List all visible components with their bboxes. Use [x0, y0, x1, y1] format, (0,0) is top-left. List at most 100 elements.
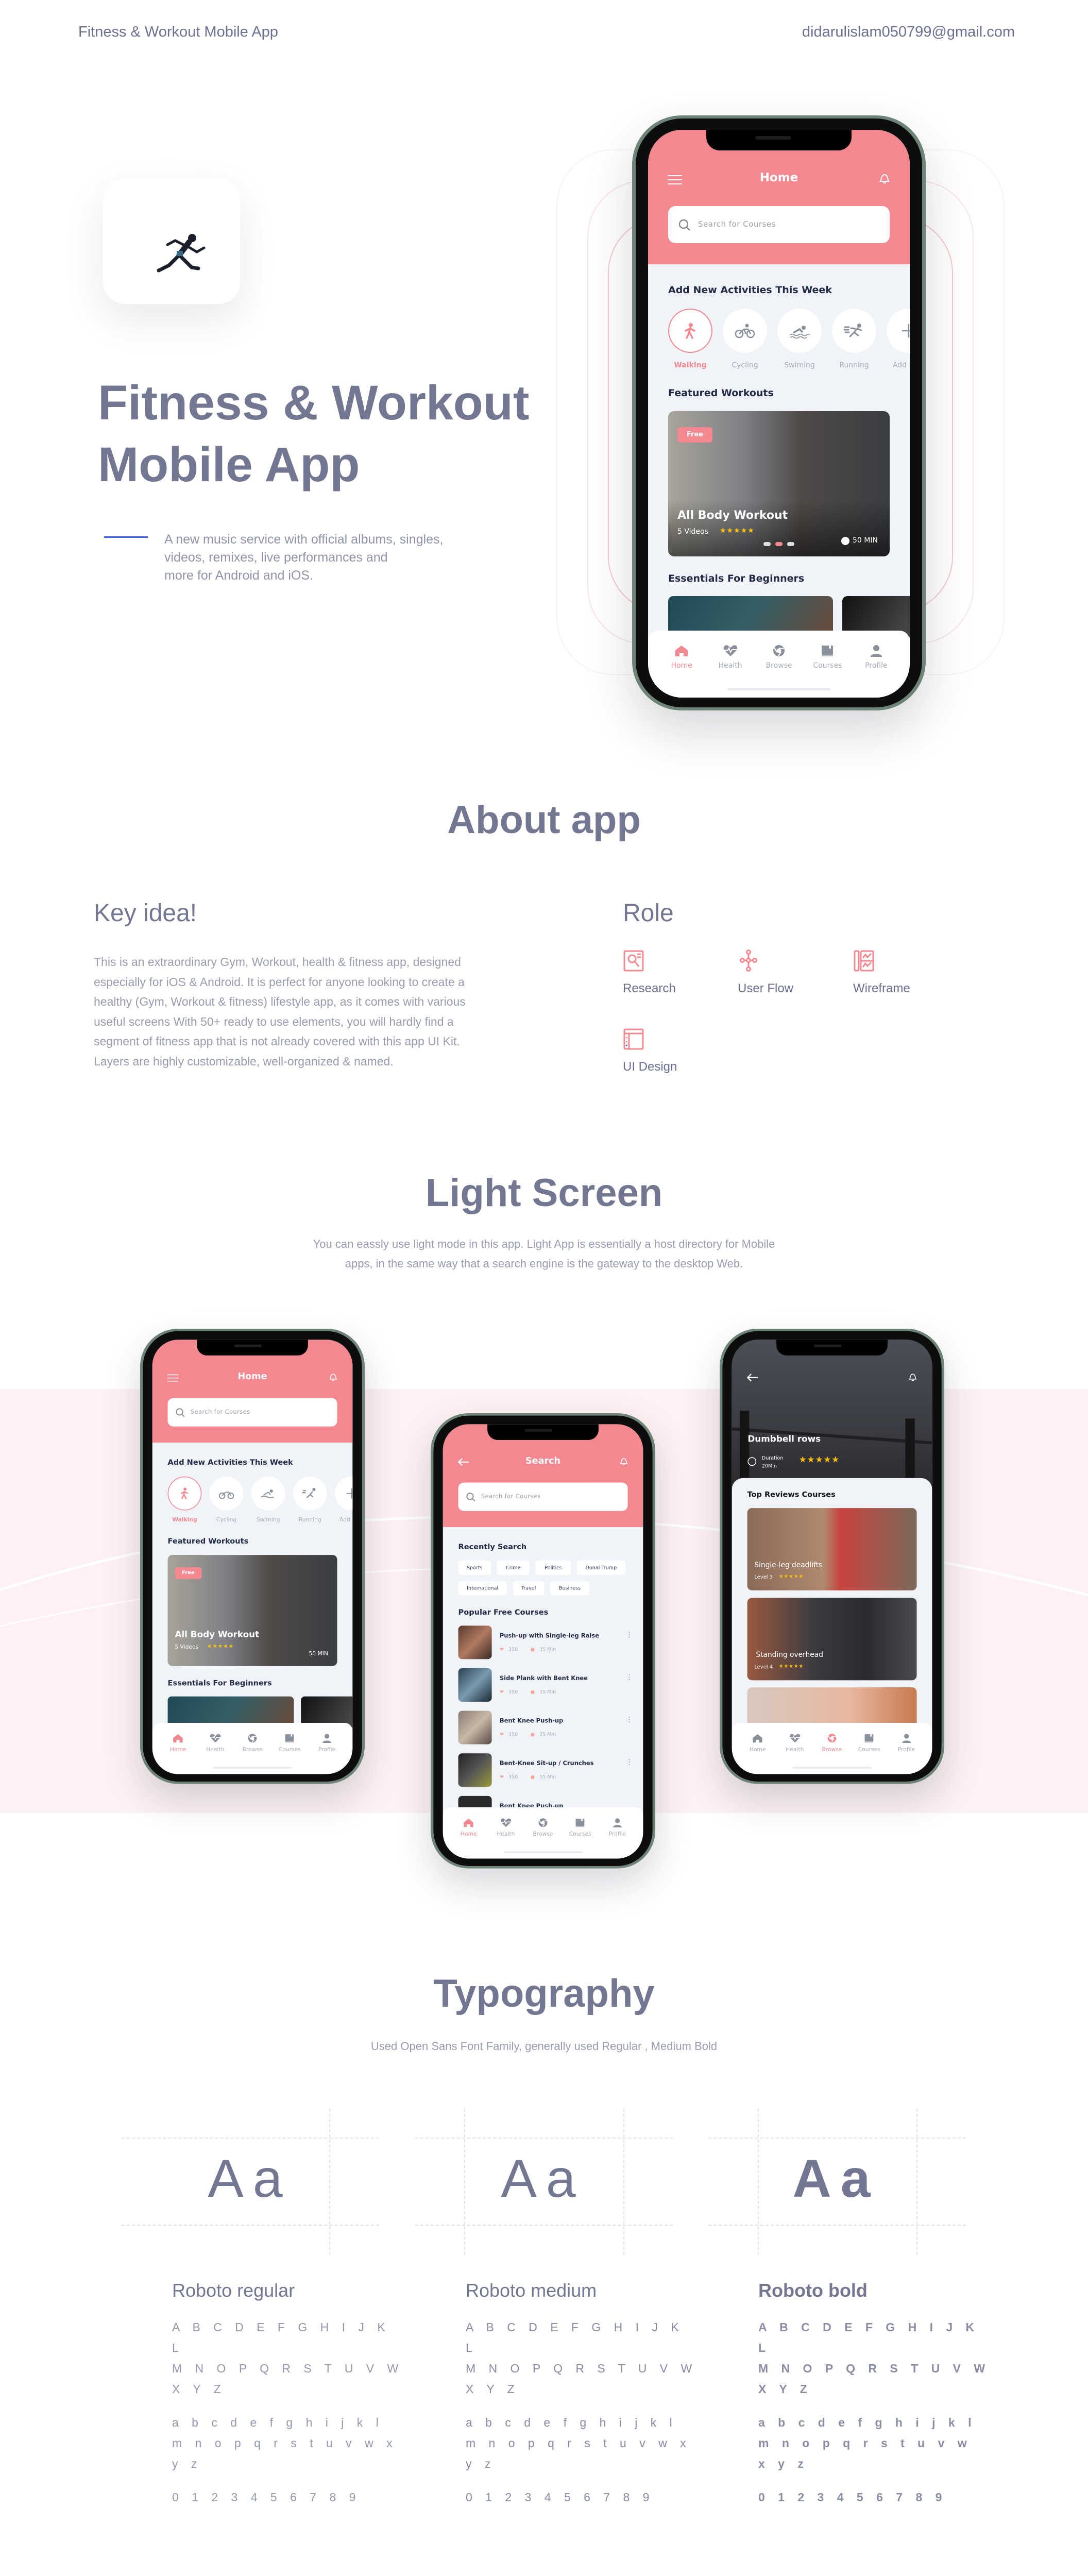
search-chip[interactable]: Donal Trump — [576, 1561, 625, 1575]
course-duration: 35 Min — [539, 1731, 556, 1737]
tab-label: Profile — [865, 662, 888, 670]
activity-running[interactable]: Running — [832, 309, 876, 369]
activity-label: Running — [839, 361, 869, 369]
hero-title-line: Fitness & Workout — [98, 376, 530, 430]
search-chip[interactable]: Sports — [458, 1561, 491, 1575]
tab-label: Courses — [813, 662, 842, 670]
font-spec-bold: Roboto bold A B C D E F G H I J K L M N … — [758, 2280, 995, 2507]
tab-profile[interactable]: Profile — [308, 1723, 345, 1774]
video-count: 5 Videos — [175, 1644, 199, 1651]
tab-profile[interactable]: Profile — [888, 1723, 925, 1774]
tab-courses[interactable]: Courses — [851, 1723, 888, 1774]
font-sample-regular: Aa — [208, 2149, 292, 2209]
tab-browse[interactable]: Browse — [755, 631, 803, 698]
search-chip[interactable]: Politics — [535, 1561, 571, 1575]
course-list-item[interactable]: Side Plank with Bent Knee ❤ 350 ● 35 Min… — [458, 1668, 633, 1702]
featured-workout-card[interactable]: Free All Body Workout 5 Videos ★★★★★ 50 … — [668, 411, 890, 556]
tab-home[interactable]: Home — [159, 1723, 196, 1774]
tab-browse[interactable]: Browse — [813, 1723, 851, 1774]
course-thumbnail — [458, 1668, 492, 1702]
plus-icon — [902, 324, 910, 337]
activity-add-new[interactable]: Add New — [887, 309, 910, 369]
glyph-row: A B C D E F G H I J K L — [172, 2320, 390, 2354]
tab-health[interactable]: Health — [487, 1807, 524, 1858]
bell-icon[interactable] — [878, 172, 891, 185]
carousel-dot[interactable] — [787, 542, 794, 546]
search-chip[interactable]: Business — [550, 1581, 590, 1596]
tab-label: Health — [786, 1746, 804, 1753]
more-options-icon[interactable]: ⋮ — [626, 1631, 633, 1638]
tab-profile[interactable]: Profile — [599, 1807, 636, 1858]
carousel-dot[interactable] — [763, 542, 771, 546]
search-chip[interactable]: Crime — [497, 1561, 530, 1575]
tab-label: Profile — [318, 1746, 336, 1753]
swimming-icon — [261, 1489, 274, 1499]
guide-line — [329, 2109, 330, 2255]
more-options-icon[interactable]: ⋮ — [626, 1673, 633, 1681]
heart-icon: ❤ — [499, 1646, 504, 1652]
guide-line — [708, 2225, 966, 2226]
more-options-icon[interactable]: ⋮ — [626, 1759, 633, 1766]
walking-icon — [685, 323, 695, 339]
more-options-icon[interactable]: ⋮ — [626, 1716, 633, 1723]
activity-running[interactable]: Running — [293, 1476, 327, 1523]
activity-cycling[interactable]: Cycling — [723, 309, 767, 369]
glyph-row: X Y Z — [758, 2382, 812, 2396]
tab-courses[interactable]: Courses — [271, 1723, 308, 1774]
tab-home[interactable]: Home — [739, 1723, 776, 1774]
bell-icon[interactable] — [908, 1372, 918, 1382]
tab-health[interactable]: Health — [706, 631, 754, 698]
activity-walking[interactable]: Walking — [167, 1476, 202, 1523]
screen-title: Home — [237, 1371, 267, 1382]
course-list-item[interactable]: Push-up with Single-leg Raise ❤ 350 ● 35… — [458, 1625, 633, 1659]
tab-label: Profile — [608, 1831, 626, 1838]
hero-title-line: Mobile App — [98, 437, 360, 492]
bell-icon[interactable] — [619, 1456, 629, 1467]
featured-workout-card[interactable]: Free All Body Workout 5 Videos ★★★★★ 50 … — [167, 1555, 337, 1666]
course-name: Side Plank with Bent Knee — [499, 1674, 588, 1682]
course-list-item[interactable]: Bent Knee Push-up ❤ 350 ● 35 Min ⋮ — [458, 1710, 633, 1744]
workout-title: Dumbbell rows — [747, 1434, 821, 1445]
tab-label: Browse — [766, 662, 792, 670]
hero-title: Fitness & Workout Mobile App — [98, 372, 529, 496]
course-name: Bent-Knee Sit-up / Crunches — [499, 1759, 594, 1767]
review-course-card[interactable]: Standing overhead Level 4 ★★★★★ — [747, 1598, 917, 1681]
guide-line — [415, 2138, 673, 2139]
author-email[interactable]: didarulislam050799@gmail.com — [802, 24, 1015, 41]
activity-swimming[interactable]: Swiming — [251, 1476, 285, 1523]
review-course-card[interactable]: Single-leg deadlifts Level 3 ★★★★★ — [747, 1508, 917, 1590]
tab-health[interactable]: Health — [197, 1723, 234, 1774]
search-input[interactable]: Search for Courses — [458, 1482, 628, 1511]
tab-health[interactable]: Health — [776, 1723, 813, 1774]
activity-walking[interactable]: Walking — [668, 309, 712, 369]
tab-courses[interactable]: Courses — [562, 1807, 599, 1858]
walking-icon — [180, 1487, 189, 1500]
tab-home[interactable]: Home — [657, 631, 706, 698]
glyph-row: X Y Z — [172, 2382, 226, 2396]
carousel-dot-active[interactable] — [775, 542, 783, 546]
activity-add-new[interactable]: Add New — [334, 1476, 353, 1523]
course-duration: 35 Min — [539, 1688, 556, 1695]
bottom-tab-bar: Home Health Browse Courses Profile — [152, 1723, 353, 1774]
tab-browse[interactable]: Browse — [234, 1723, 271, 1774]
detail-screen: Dumbbell rows Duration 20Min ★★★★★ Top Re… — [732, 1340, 932, 1774]
activity-cycling[interactable]: Cycling — [209, 1476, 244, 1523]
search-chip[interactable]: International — [458, 1581, 507, 1596]
tab-label: Courses — [858, 1746, 880, 1753]
tab-profile[interactable]: Profile — [852, 631, 900, 698]
tab-courses[interactable]: Courses — [803, 631, 852, 698]
font-name: Roboto regular — [172, 2280, 295, 2301]
search-chip[interactable]: Travel — [513, 1581, 545, 1596]
text-line: useful screens With 50+ ready to use ele… — [94, 1014, 454, 1028]
course-list-item[interactable]: Bent-Knee Sit-up / Crunches ❤ 350 ● 35 M… — [458, 1753, 633, 1787]
tab-home[interactable]: Home — [450, 1807, 487, 1858]
bell-icon[interactable] — [328, 1372, 338, 1382]
tab-browse[interactable]: Browse — [524, 1807, 562, 1858]
search-icon — [176, 1408, 185, 1417]
back-arrow-icon[interactable] — [746, 1373, 758, 1382]
browse-icon — [537, 1818, 549, 1828]
activity-swimming[interactable]: Swiming — [777, 309, 822, 369]
search-input[interactable]: Search for Courses — [668, 206, 890, 243]
typography-title: Typography — [433, 1972, 655, 2015]
search-input[interactable]: Search for Courses — [167, 1398, 337, 1427]
